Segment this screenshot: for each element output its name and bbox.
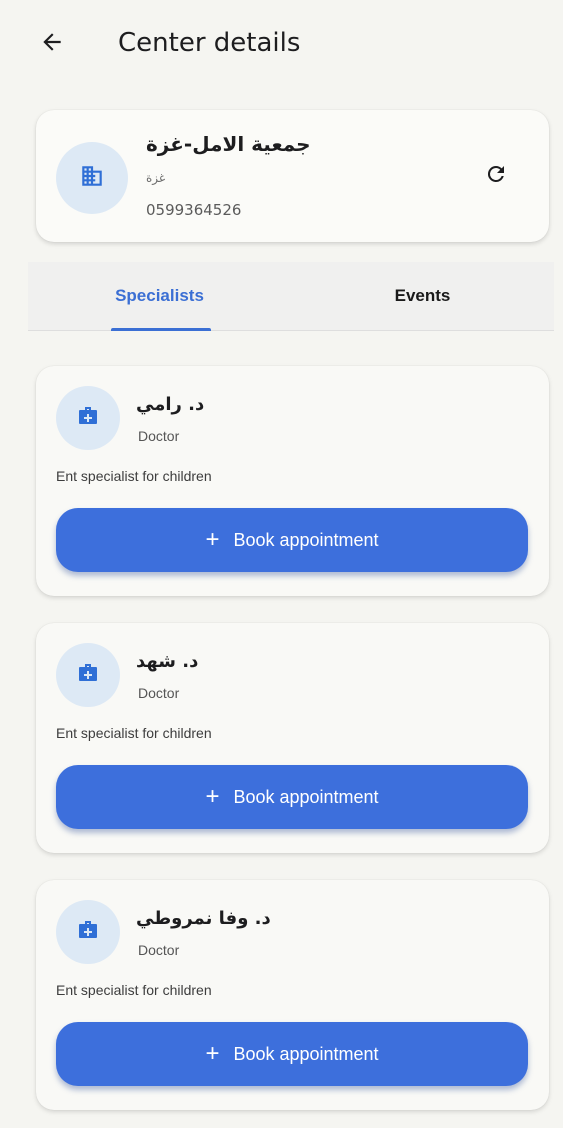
specialist-name: د. رامي <box>136 394 205 415</box>
center-avatar <box>56 142 128 214</box>
specialist-avatar <box>56 386 120 450</box>
center-phone: 0599364526 <box>146 201 242 219</box>
plus-icon: + <box>205 1040 220 1067</box>
specialist-avatar <box>56 900 120 964</box>
refresh-icon <box>484 162 508 190</box>
medical-bag-icon <box>76 404 100 432</box>
building-icon <box>79 163 105 193</box>
medical-bag-icon <box>76 661 100 689</box>
book-appointment-button[interactable]: + Book appointment <box>56 765 528 829</box>
app-bar: Center details <box>0 0 563 86</box>
specialist-description: Ent specialist for children <box>56 725 212 741</box>
specialist-avatar <box>56 643 120 707</box>
plus-icon: + <box>205 783 220 810</box>
tab-indicator <box>111 328 211 331</box>
tab-specialists[interactable]: Specialists <box>28 262 291 330</box>
book-appointment-label: Book appointment <box>233 1043 379 1064</box>
specialist-name: د. شهد <box>136 651 199 672</box>
center-info-card: جمعية الامل-غزة غزة 0599364526 <box>36 110 549 242</box>
tab-events[interactable]: Events <box>291 262 554 330</box>
book-appointment-button[interactable]: + Book appointment <box>56 1022 528 1086</box>
book-appointment-label: Book appointment <box>233 529 379 550</box>
specialist-role: Doctor <box>138 942 180 958</box>
specialist-card: د. وفا نمروطي Doctor Ent specialist for … <box>36 880 549 1110</box>
book-appointment-button[interactable]: + Book appointment <box>56 508 528 572</box>
plus-icon: + <box>205 526 220 553</box>
specialist-role: Doctor <box>138 428 180 444</box>
specialist-card: د. رامي Doctor Ent specialist for childr… <box>36 366 549 596</box>
specialist-role: Doctor <box>138 685 180 701</box>
center-city: غزة <box>146 171 166 185</box>
specialist-card: د. شهد Doctor Ent specialist for childre… <box>36 623 549 853</box>
tab-bar: Specialists Events <box>28 262 554 331</box>
specialist-description: Ent specialist for children <box>56 468 212 484</box>
page-title: Center details <box>118 28 301 58</box>
book-appointment-label: Book appointment <box>233 786 379 807</box>
specialist-name: د. وفا نمروطي <box>136 908 271 929</box>
specialist-description: Ent specialist for children <box>56 982 212 998</box>
back-button[interactable] <box>30 22 74 66</box>
center-details-screen: Center details جمعية الامل-غزة غزة 05993… <box>0 0 563 1128</box>
arrow-back-icon <box>39 29 65 59</box>
medical-bag-icon <box>76 918 100 946</box>
center-name: جمعية الامل-غزة <box>146 132 311 156</box>
refresh-button[interactable] <box>476 156 516 196</box>
